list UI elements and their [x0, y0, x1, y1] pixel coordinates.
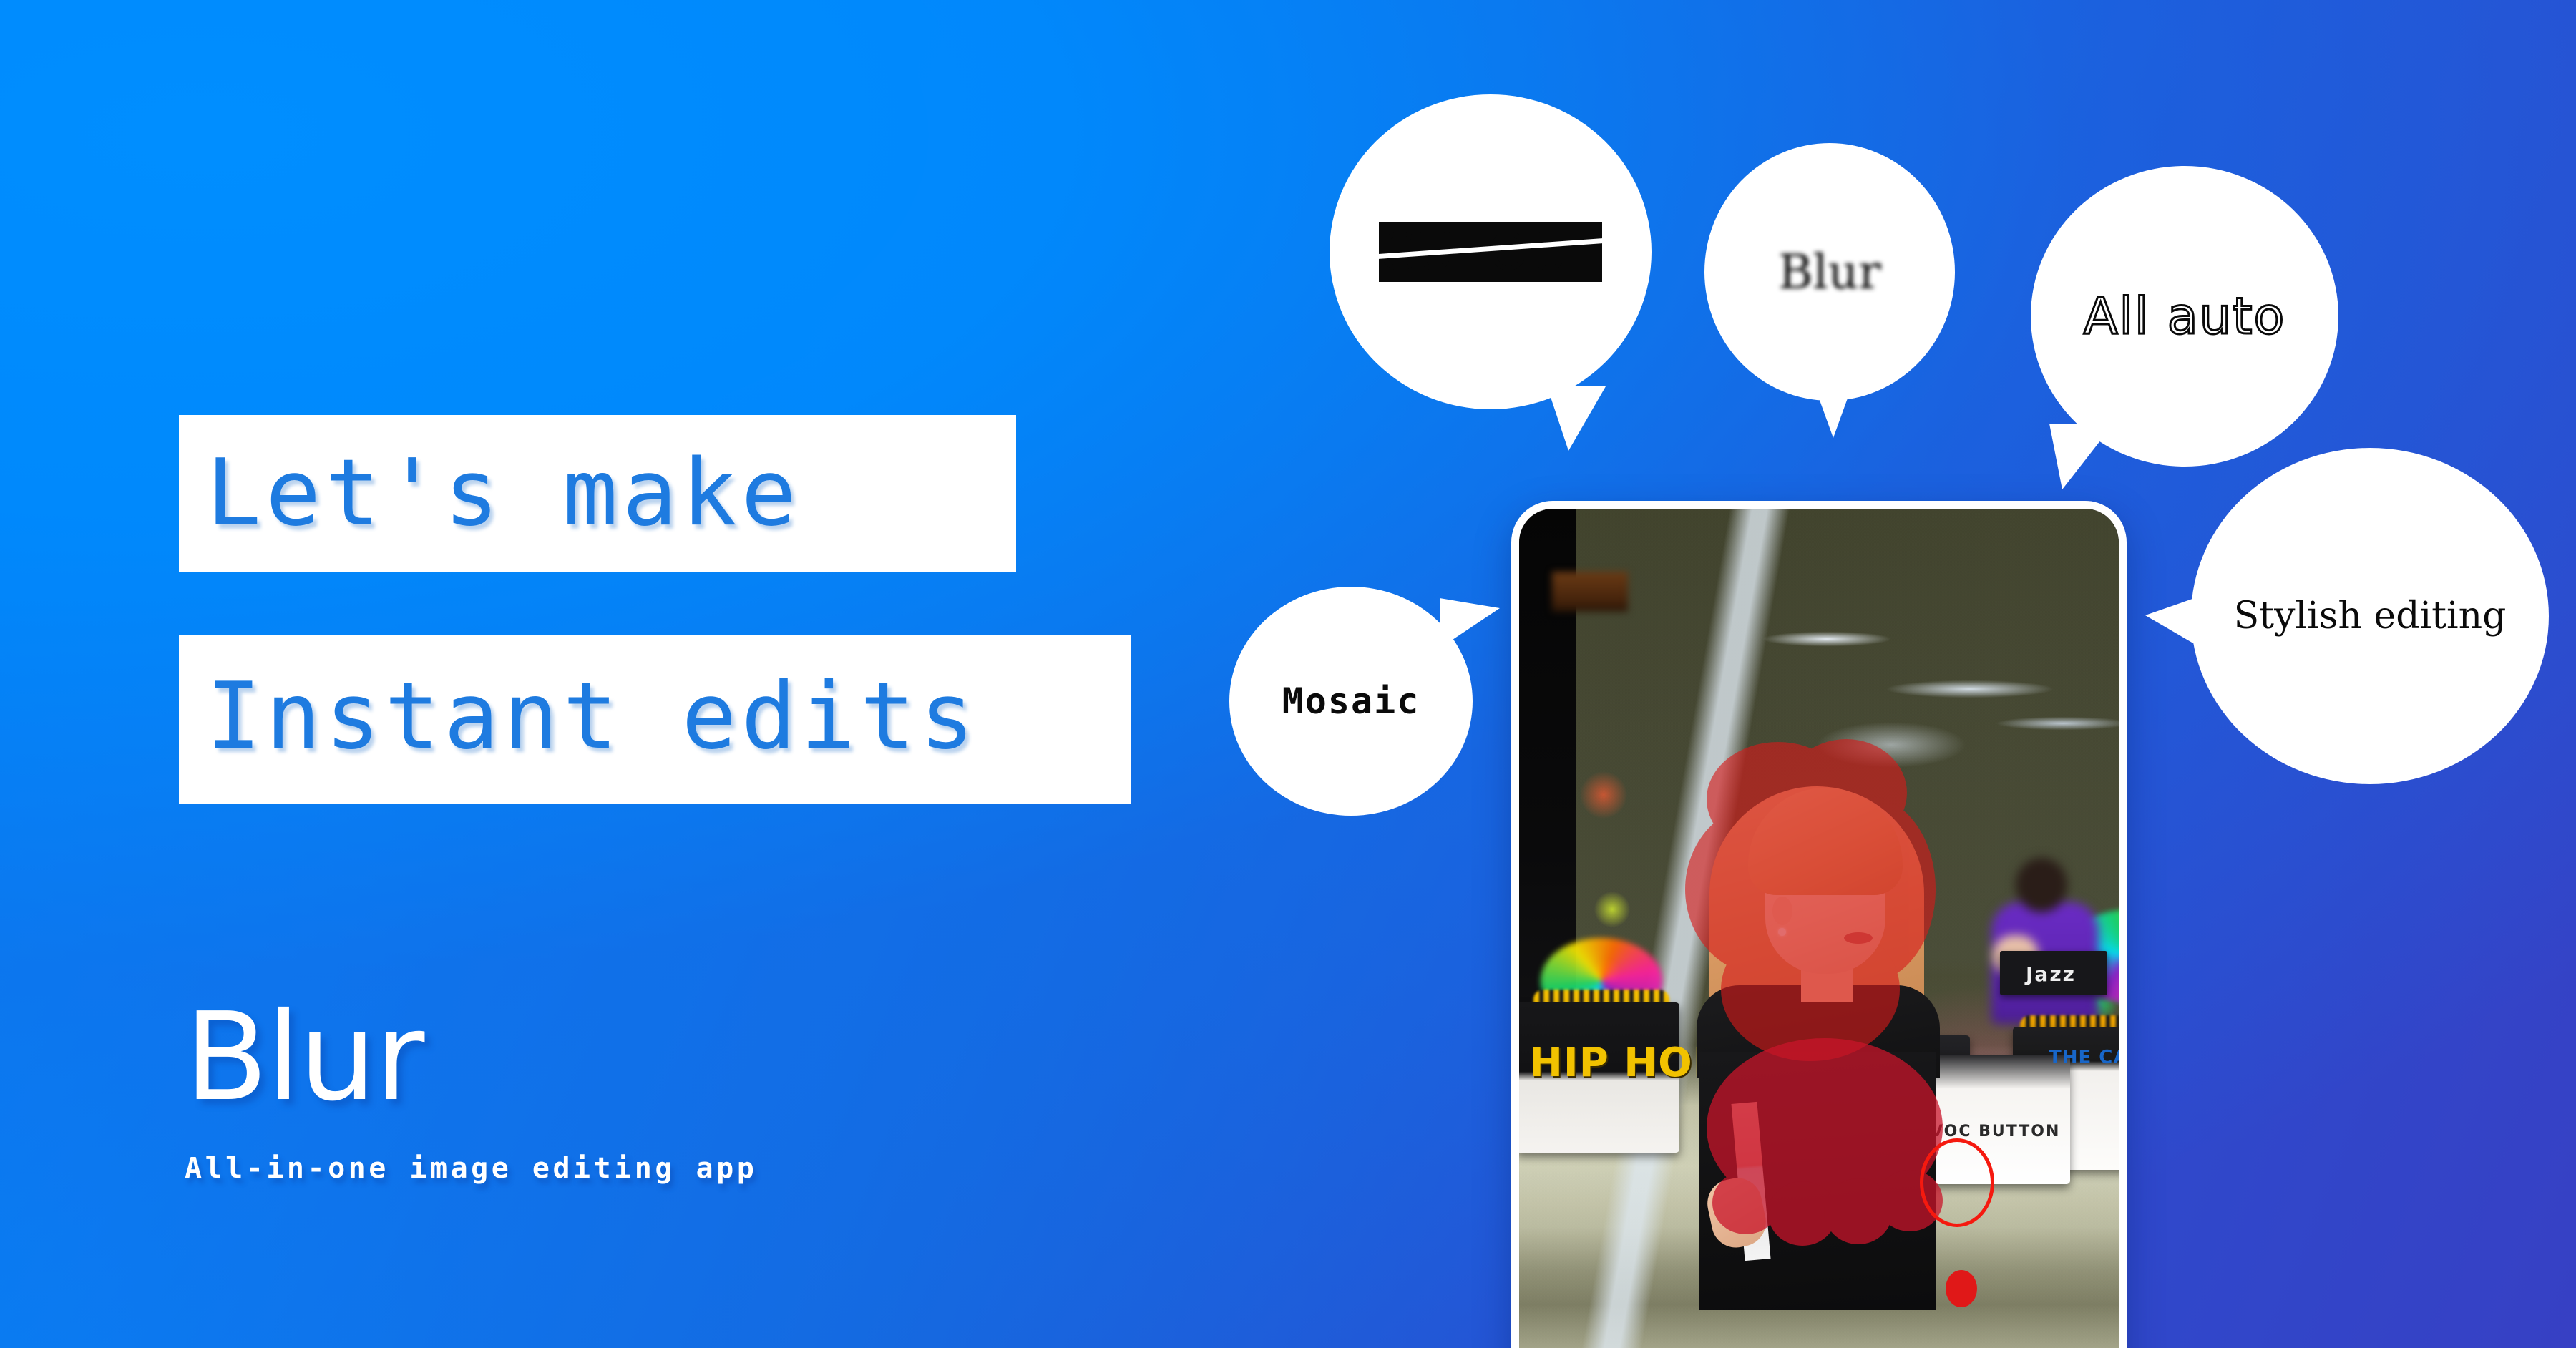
- phone-mockup: Jazz HIP HOP THE CAUSERS VOC BUTTON: [1511, 501, 2127, 1348]
- crate-label-jazz: Jazz: [2026, 962, 2076, 986]
- feature-bubble-all-auto-label: All auto: [2082, 286, 2286, 347]
- feature-bubble-cutout[interactable]: CUTOUT: [1330, 94, 1652, 409]
- crate-label-causers: THE CAUSERS: [2049, 1047, 2119, 1068]
- background-shopper: [1991, 858, 2099, 1024]
- feature-bubble-all-auto[interactable]: All auto: [2031, 166, 2338, 467]
- feature-bubble-cutout-label: CUTOUT: [1378, 222, 1603, 282]
- cutout-selection-mask-body: [1707, 1038, 1943, 1267]
- brush-cursor-icon[interactable]: [1920, 1138, 1994, 1227]
- headline-box-line-1: Let's make: [179, 415, 1016, 572]
- feature-bubble-mosaic[interactable]: Mosaic: [1229, 587, 1473, 816]
- headline-line-2-text: Instant edits: [206, 663, 979, 770]
- subject-lips: [1844, 932, 1873, 944]
- brush-anchor-dot-icon[interactable]: [1946, 1270, 1977, 1307]
- feature-bubble-stylish-editing[interactable]: Stylish editing: [2191, 448, 2549, 784]
- subject-ear: [1772, 897, 1792, 925]
- brand-tagline: All-in-one image editing app: [185, 1151, 758, 1185]
- headline-box-line-2: Instant edits: [179, 635, 1131, 804]
- crate-label-hip-hop: HIP HOP: [1529, 1040, 1723, 1086]
- bubble-tail-cutout: [1547, 386, 1606, 451]
- crate-label-voc-button: VOC BUTTON: [1931, 1123, 2061, 1141]
- brand-logo: Blur: [185, 987, 425, 1128]
- feature-bubble-stylish-editing-label: Stylish editing: [2233, 595, 2507, 638]
- subject-earring: [1778, 928, 1786, 936]
- feature-bubble-blur-label: Blur: [1778, 244, 1881, 300]
- brand-block: Blur All-in-one image editing app: [185, 987, 758, 1185]
- feature-bubble-mosaic-label: Mosaic: [1282, 680, 1420, 722]
- phone-screen-preview: Jazz HIP HOP THE CAUSERS VOC BUTTON: [1519, 509, 2119, 1348]
- promo-banner: Let's make Instant edits Blur All-in-one…: [0, 0, 2576, 1348]
- feature-bubble-blur[interactable]: Blur: [1704, 143, 1955, 401]
- shopper-head: [2016, 858, 2067, 912]
- headline-line-1-text: Let's make: [206, 440, 801, 547]
- headline-group: Let's make Instant edits: [179, 415, 1181, 804]
